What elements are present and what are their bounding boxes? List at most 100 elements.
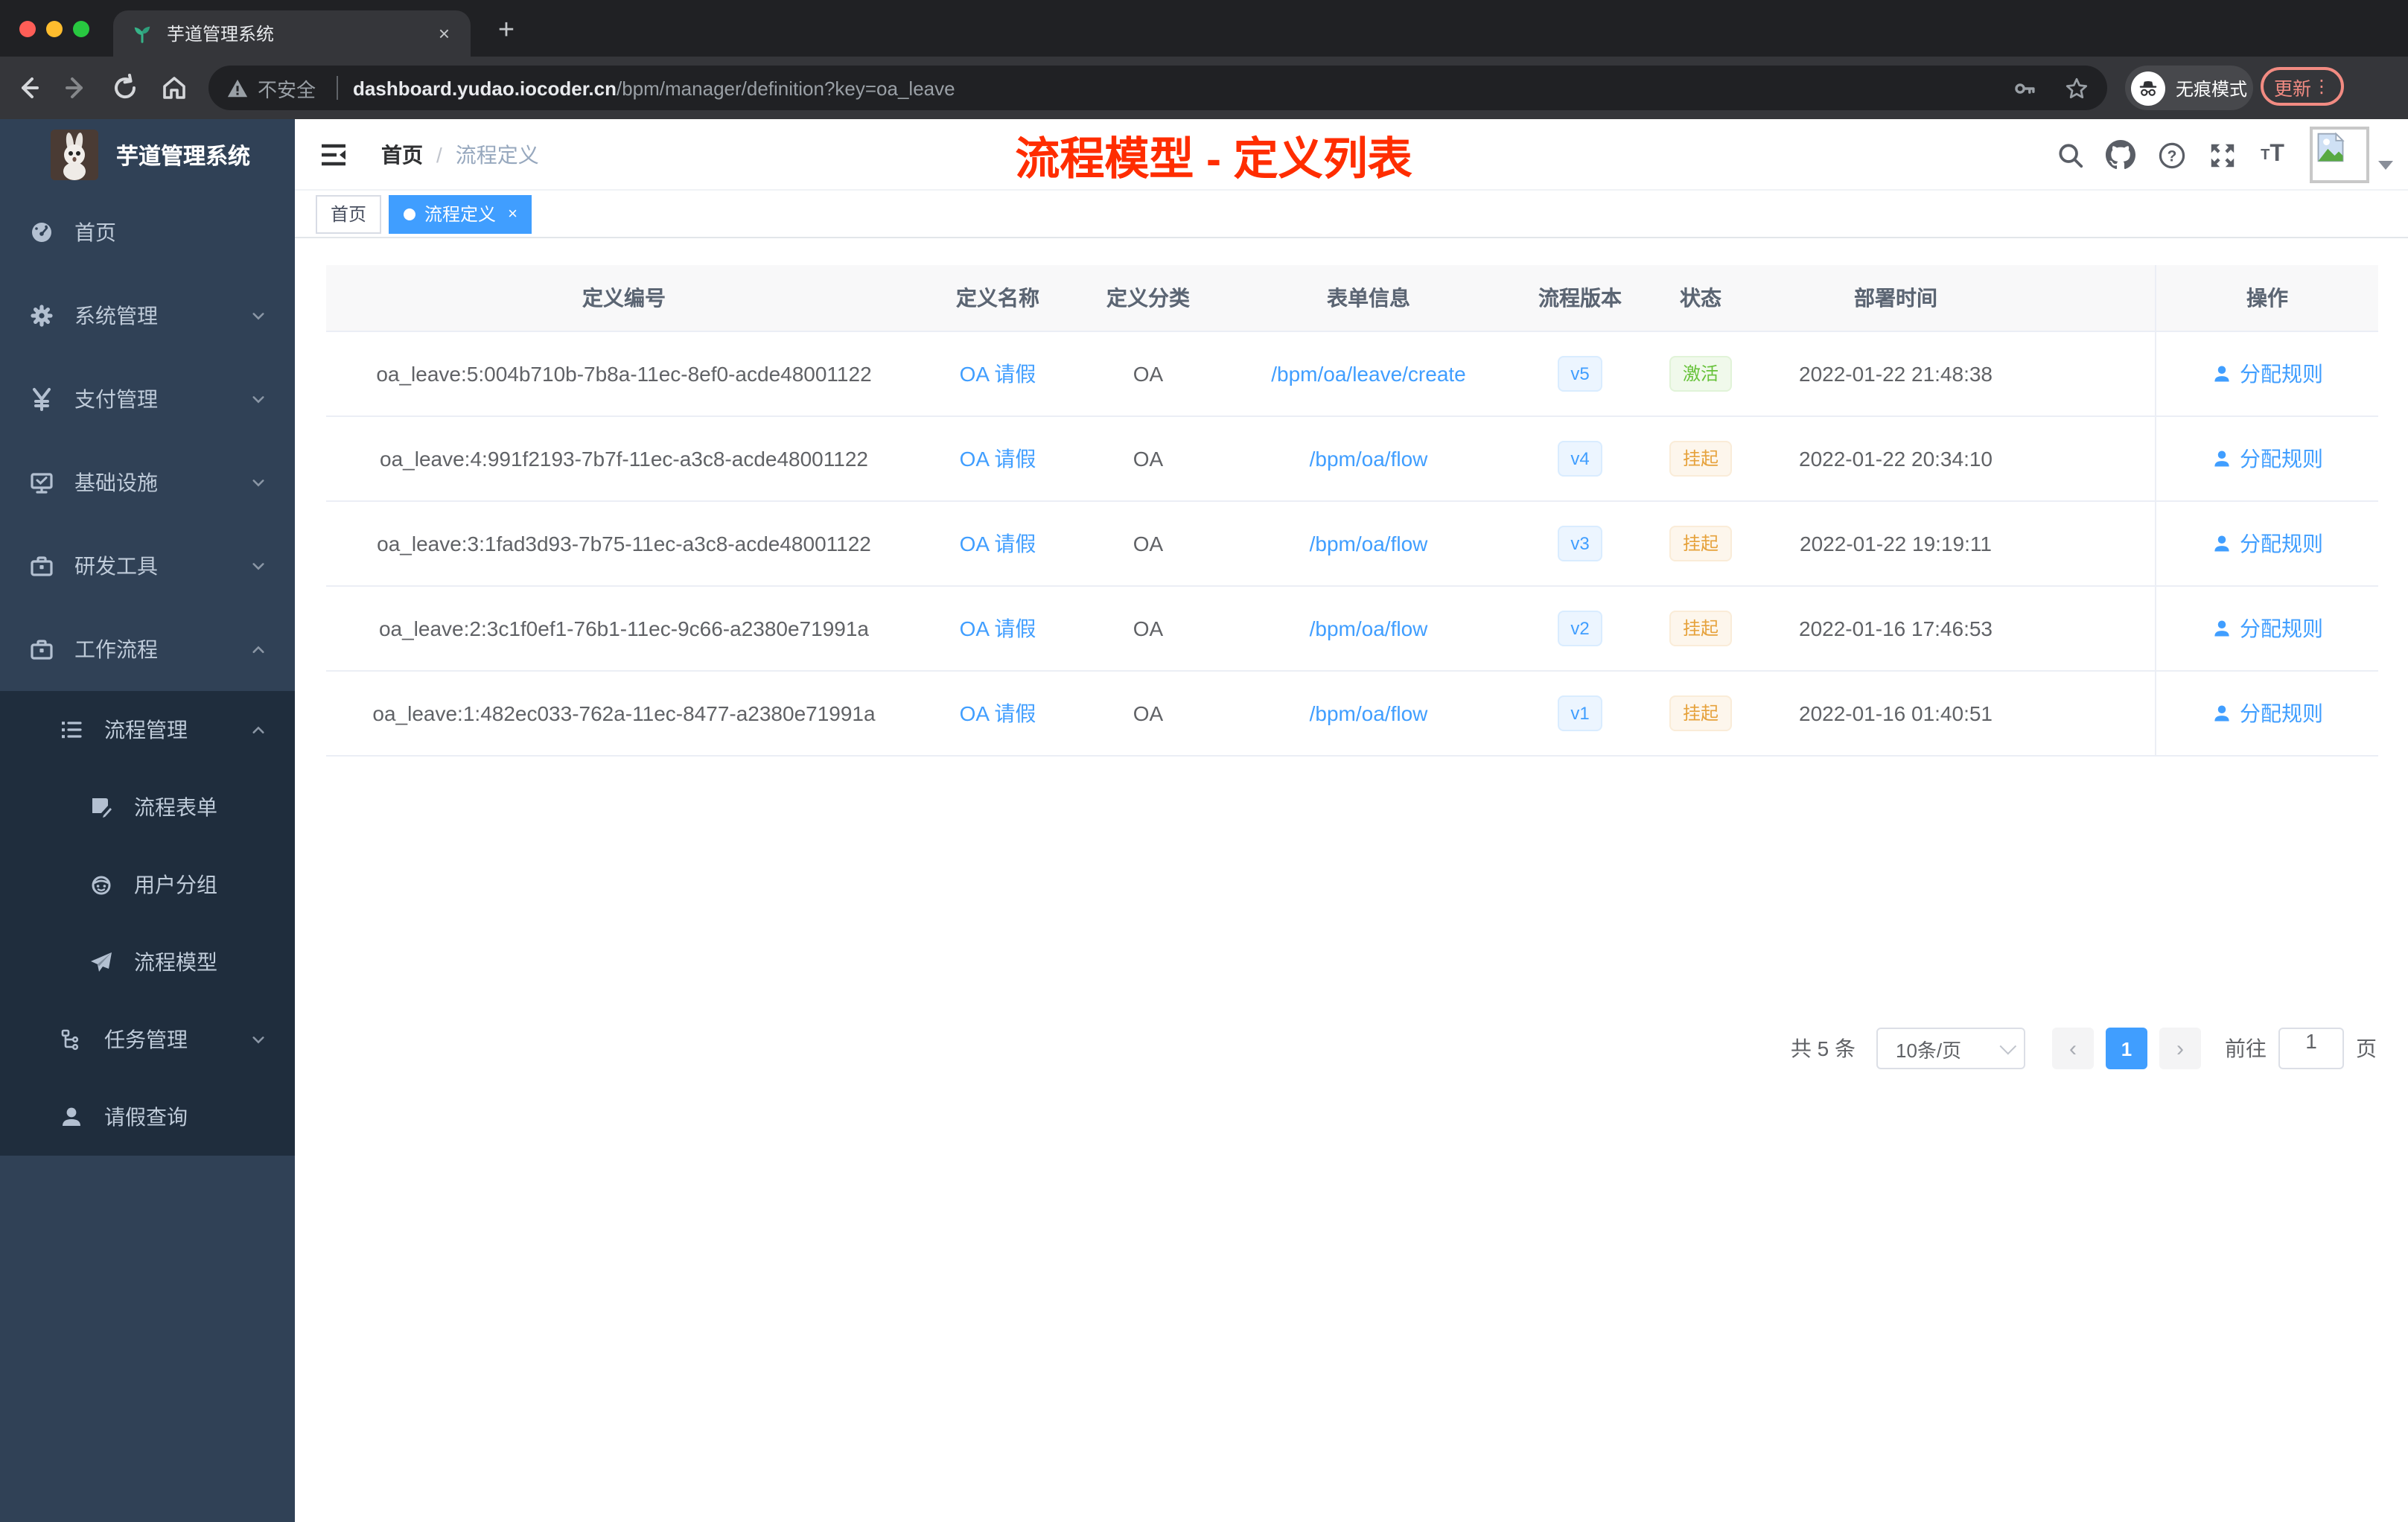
sidebar-item-process-form[interactable]: 流程表单 [0, 768, 295, 846]
traffic-light-minimize[interactable] [46, 21, 63, 37]
sidebar-item-label: 请假查询 [104, 1105, 188, 1129]
forward-icon[interactable] [61, 73, 91, 103]
sidebar-item-process-model[interactable]: 流程模型 [0, 923, 295, 1001]
form-link[interactable]: /bpm/oa/flow [1310, 701, 1428, 725]
tag-close-icon[interactable]: × [508, 205, 517, 223]
avatar[interactable] [2310, 127, 2369, 183]
assign-rule-button[interactable]: 分配规则 [2211, 614, 2323, 643]
monitor-icon [31, 473, 53, 494]
jumper-prefix: 前往 [2225, 1037, 2267, 1060]
main-content: 定义编号 定义名称 定义分类 表单信息 流程版本 状态 部署时间 操作 oa_l… [295, 238, 2408, 1522]
sidebar-toggle-icon[interactable] [320, 143, 347, 167]
status-badge: 挂起 [1669, 526, 1732, 561]
reload-icon[interactable] [110, 73, 140, 103]
tag-process-definition[interactable]: 流程定义 × [389, 194, 532, 233]
table-header-row: 定义编号 定义名称 定义分类 表单信息 流程版本 状态 部署时间 操作 [326, 265, 2378, 332]
incognito-label: 无痕模式 [2176, 78, 2248, 99]
logo-image [51, 130, 98, 180]
sidebar-logo[interactable]: 芋道管理系统 [0, 119, 295, 191]
chevron-down-icon [252, 563, 264, 570]
sidebar-item-process-mgmt[interactable]: 流程管理 [0, 691, 295, 768]
col-actions: 操作 [2155, 265, 2378, 331]
traffic-light-close[interactable] [19, 21, 36, 37]
pagination-total: 共 5 条 [1790, 1037, 1856, 1060]
col-deploy-time: 部署时间 [1854, 286, 1937, 310]
jumper-input[interactable]: 1 [2278, 1028, 2344, 1069]
app-title: 芋道管理系统 [116, 144, 251, 169]
search-icon[interactable] [2045, 119, 2095, 191]
font-size-icon[interactable]: TT [2247, 119, 2298, 191]
tag-home[interactable]: 首页 [316, 194, 382, 233]
active-dot [404, 208, 416, 220]
form-link[interactable]: /bpm/oa/flow [1310, 447, 1428, 471]
sidebar-item-devtools[interactable]: 研发工具 [0, 524, 295, 608]
table-row: oa_leave:3:1fad3d93-7b75-11ec-a3c8-acde4… [326, 502, 2378, 587]
new-tab-button[interactable]: + [487, 12, 526, 51]
sidebar-item-infra[interactable]: 基础设施 [0, 441, 295, 524]
password-key-icon[interactable] [2012, 75, 2037, 101]
cell-category: OA [1133, 362, 1164, 386]
sidebar-item-label: 研发工具 [74, 554, 158, 578]
user-icon [2214, 450, 2229, 467]
form-link[interactable]: /bpm/oa/leave/create [1271, 362, 1466, 386]
sidebar-item-user-group[interactable]: 用户分组 [0, 846, 295, 923]
page-number-1[interactable]: 1 [2106, 1028, 2147, 1069]
sidebar-item-leave-query[interactable]: 请假查询 [0, 1078, 295, 1156]
breadcrumb-separator: / [436, 143, 442, 167]
sidebar-item-home[interactable]: 首页 [0, 191, 295, 274]
sidebar-item-system[interactable]: 系统管理 [0, 274, 295, 357]
user-icon [2214, 705, 2229, 722]
version-badge: v5 [1557, 356, 1603, 392]
navbar-actions: ? TT [2045, 119, 2393, 191]
favicon-sprout-icon [134, 26, 150, 43]
tab-title: 芋道管理系统 [167, 24, 275, 45]
chrome-update-button[interactable]: 更新 ⋮ [2261, 67, 2344, 106]
chrome-menu-icon[interactable]: ⋮ [2313, 77, 2331, 95]
back-icon[interactable] [13, 73, 43, 103]
form-link[interactable]: /bpm/oa/flow [1310, 532, 1428, 555]
definition-name-link[interactable]: OA 请假 [960, 444, 1036, 474]
cell-deploy-time: 2022-01-16 17:46:53 [1799, 617, 1993, 640]
form-icon [92, 798, 112, 818]
caret-down-icon[interactable] [2378, 161, 2393, 170]
update-label[interactable]: 更新 [2274, 72, 2311, 101]
prev-page-button[interactable]: ‹ [2052, 1028, 2094, 1069]
definition-name-link[interactable]: OA 请假 [960, 529, 1036, 558]
sidebar-item-label: 支付管理 [74, 387, 158, 411]
sidebar-item-payment[interactable]: 支付管理 [0, 357, 295, 441]
gear-icon [31, 305, 53, 327]
sidebar-item-task-mgmt[interactable]: 任务管理 [0, 1001, 295, 1078]
tab-close-icon[interactable]: × [436, 22, 453, 45]
cell-deploy-time: 2022-01-16 01:40:51 [1799, 701, 1993, 725]
sidebar-item-workflow[interactable]: 工作流程 [0, 608, 295, 691]
bookmark-star-icon[interactable] [2064, 75, 2089, 101]
definition-name-link[interactable]: OA 请假 [960, 359, 1036, 389]
chevron-down-icon [252, 480, 264, 487]
traffic-light-zoom[interactable] [73, 21, 89, 37]
definition-name-link[interactable]: OA 请假 [960, 614, 1036, 643]
version-badge: v4 [1557, 441, 1603, 477]
next-page-button[interactable]: › [2159, 1028, 2201, 1069]
breadcrumb-home[interactable]: 首页 [381, 140, 423, 170]
github-icon[interactable] [2095, 119, 2146, 191]
help-icon[interactable]: ? [2146, 119, 2197, 191]
jumper-suffix: 页 [2356, 1037, 2377, 1060]
assign-rule-button[interactable]: 分配规则 [2211, 444, 2323, 474]
home-icon[interactable] [159, 73, 189, 103]
form-link[interactable]: /bpm/oa/flow [1310, 617, 1428, 640]
chevron-down-icon [252, 1037, 264, 1044]
chevron-up-icon [252, 646, 264, 653]
sidebar-item-label: 流程管理 [104, 718, 188, 742]
assign-rule-button[interactable]: 分配规则 [2211, 529, 2323, 558]
assign-rule-button[interactable]: 分配规则 [2211, 359, 2323, 389]
definition-name-link[interactable]: OA 请假 [960, 698, 1036, 728]
workflow-submenu: 流程管理 流程表单 用户分组 流程模型 任务管理 请假查询 [0, 691, 295, 1156]
sidebar-item-label: 系统管理 [74, 304, 158, 328]
assign-rule-button[interactable]: 分配规则 [2211, 698, 2323, 728]
browser-tab[interactable]: 芋道管理系统 × [113, 10, 471, 57]
sidebar-item-label: 流程表单 [134, 795, 217, 819]
address-bar[interactable]: 不安全 dashboard.yudao.iocoder.cn/bpm/manag… [208, 66, 2107, 110]
security-warning-label[interactable]: 不安全 [258, 74, 316, 102]
page-size-select[interactable]: 10条/页 [1876, 1028, 2025, 1069]
fullscreen-icon[interactable] [2197, 119, 2247, 191]
